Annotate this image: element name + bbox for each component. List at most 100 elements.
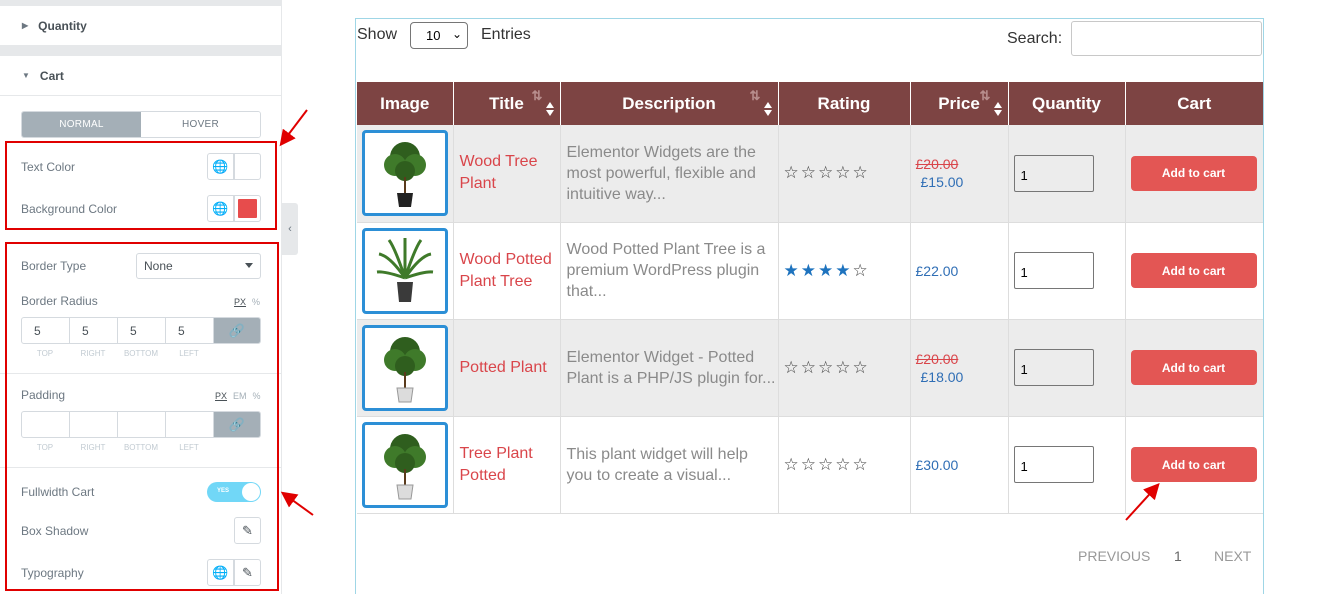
star-empty-icon: ☆ bbox=[818, 454, 834, 474]
product-title[interactable]: Wood Tree Plant bbox=[460, 153, 538, 192]
rating-cell: ☆ ☆ ☆ ☆ ☆ bbox=[778, 319, 911, 417]
image-cell bbox=[357, 125, 454, 223]
star-empty-icon: ☆ bbox=[783, 357, 799, 377]
star-empty-icon: ☆ bbox=[783, 163, 799, 183]
column-header-rating: Rating bbox=[778, 82, 911, 125]
column-header-label: Description bbox=[622, 93, 716, 113]
section-gap bbox=[0, 46, 282, 56]
old-price: £20.00 bbox=[915, 350, 959, 367]
rating-cell: ☆ ☆ ☆ ☆ ☆ bbox=[778, 416, 911, 514]
chevron-left-icon: ‹ bbox=[288, 223, 292, 235]
star-empty-icon: ☆ bbox=[818, 163, 834, 183]
quantity-cell: 1 bbox=[1008, 125, 1126, 223]
star-empty-icon: ☆ bbox=[818, 357, 834, 377]
arrow-colors bbox=[279, 109, 308, 147]
quantity-input[interactable]: 1 bbox=[1013, 349, 1094, 386]
column-header-label: Rating bbox=[817, 93, 871, 113]
price: £22.00 bbox=[915, 262, 959, 279]
column-header-description[interactable]: Description ⇅ bbox=[560, 82, 779, 125]
annotation-box-colors bbox=[5, 141, 277, 230]
star-empty-icon: ☆ bbox=[852, 454, 868, 474]
product-image[interactable] bbox=[362, 324, 448, 411]
star-filled-icon: ★ bbox=[783, 260, 799, 280]
quantity-input[interactable]: 1 bbox=[1013, 252, 1094, 289]
plant-image bbox=[384, 433, 426, 499]
entries-value: 10 bbox=[426, 28, 441, 43]
rating-cell: ★ ★ ★ ★ ☆ bbox=[778, 222, 911, 320]
column-header-price[interactable]: Price ⇅ bbox=[910, 82, 1009, 125]
product-title[interactable]: Tree Plant Potted bbox=[460, 445, 533, 484]
title-cell: Potted Plant bbox=[453, 319, 561, 417]
table-row: Potted Plant Elementor Widget - Potted Pl… bbox=[357, 319, 1263, 417]
search-input[interactable] bbox=[1071, 21, 1262, 56]
add-to-cart-button[interactable]: Add to cart bbox=[1130, 253, 1257, 288]
star-empty-icon: ☆ bbox=[783, 454, 799, 474]
annotation-box-border bbox=[5, 242, 279, 591]
entries-select[interactable]: 10 ⌄ bbox=[410, 22, 468, 49]
star-empty-icon: ☆ bbox=[800, 357, 816, 377]
caret-down-icon: ▼ bbox=[22, 71, 30, 80]
price: £18.00 bbox=[920, 368, 964, 385]
product-description: This plant widget will help you to creat… bbox=[566, 445, 748, 484]
product-title[interactable]: Potted Plant bbox=[460, 359, 547, 376]
quantity-cell: 1 bbox=[1008, 416, 1126, 514]
entries-label: Entries bbox=[481, 26, 531, 43]
star-empty-icon: ☆ bbox=[800, 454, 816, 474]
column-header-label: Title bbox=[489, 93, 524, 113]
quantity-input[interactable]: 1 bbox=[1013, 154, 1094, 192]
state-tabs: NORMAL HOVER bbox=[21, 111, 261, 138]
add-to-cart-button[interactable]: Add to cart bbox=[1130, 447, 1257, 482]
plant-image bbox=[376, 237, 434, 302]
price-cell: £20.00 £18.00 bbox=[910, 319, 1009, 417]
table-row: Tree Plant Potted This plant widget will … bbox=[357, 416, 1263, 514]
product-image[interactable] bbox=[362, 421, 448, 508]
quantity-cell: 1 bbox=[1008, 222, 1126, 320]
quantity-cell: 1 bbox=[1008, 319, 1126, 417]
pagination-next[interactable]: NEXT bbox=[1214, 548, 1251, 564]
quantity-input[interactable]: 1 bbox=[1013, 446, 1094, 483]
price: £15.00 bbox=[920, 174, 964, 191]
editor-panel: ▶ Quantity ▼ Cart NORMAL HOVER Text Colo… bbox=[0, 0, 282, 594]
arrow-fullwidth bbox=[280, 491, 314, 516]
section-quantity-label: Quantity bbox=[38, 18, 87, 33]
pagination-page[interactable]: 1 bbox=[1174, 548, 1182, 564]
description-cell: Elementor Widget - Potted Plant is a PHP… bbox=[560, 319, 779, 417]
price-cell: £22.00 bbox=[910, 222, 1009, 320]
product-title[interactable]: Wood Potted Plant Tree bbox=[460, 251, 552, 290]
section-quantity[interactable]: ▶ Quantity bbox=[0, 6, 282, 46]
add-to-cart-button[interactable]: Add to cart bbox=[1130, 350, 1257, 385]
column-header-title[interactable]: Title ⇅ bbox=[453, 82, 561, 125]
column-header-cart: Cart bbox=[1125, 82, 1263, 125]
star-empty-icon: ☆ bbox=[852, 260, 868, 280]
rating-cell: ☆ ☆ ☆ ☆ ☆ bbox=[778, 125, 911, 223]
section-cart[interactable]: ▼ Cart bbox=[0, 56, 282, 96]
tab-hover[interactable]: HOVER bbox=[141, 112, 260, 137]
product-image[interactable] bbox=[362, 227, 448, 314]
table-row: Wood Potted Plant Tree Wood Potted Plant … bbox=[357, 222, 1263, 320]
plant-image bbox=[384, 336, 426, 402]
description-cell: This plant widget will help you to creat… bbox=[560, 416, 779, 514]
table-row: Wood Tree Plant Elementor Widgets are the… bbox=[357, 125, 1263, 223]
pagination-previous[interactable]: PREVIOUS bbox=[1078, 548, 1150, 564]
tab-normal[interactable]: NORMAL bbox=[22, 112, 141, 137]
column-header-label: Price bbox=[938, 93, 980, 113]
image-cell bbox=[357, 416, 454, 514]
chevron-down-icon: ⌄ bbox=[451, 27, 462, 41]
add-to-cart-button[interactable]: Add to cart bbox=[1130, 155, 1257, 191]
product-image[interactable] bbox=[362, 130, 448, 217]
star-empty-icon: ☆ bbox=[835, 357, 851, 377]
price: £30.00 bbox=[915, 456, 959, 473]
star-filled-icon: ★ bbox=[800, 260, 816, 280]
star-empty-icon: ☆ bbox=[800, 163, 816, 183]
column-header-image: Image bbox=[357, 82, 454, 125]
section-cart-label: Cart bbox=[39, 68, 64, 83]
product-description: Wood Potted Plant Tree is a premium Word… bbox=[566, 241, 766, 300]
star-filled-icon: ★ bbox=[835, 260, 851, 280]
panel-collapse-toggle[interactable]: ‹ bbox=[282, 203, 298, 255]
star-filled-icon: ★ bbox=[818, 260, 834, 280]
image-cell bbox=[357, 222, 454, 320]
search-label: Search: bbox=[1007, 30, 1063, 47]
products-table: Image Title ⇅ Description ⇅ Rating Price… bbox=[357, 82, 1263, 514]
column-header-quantity: Quantity bbox=[1008, 82, 1126, 125]
star-empty-icon: ☆ bbox=[852, 357, 868, 377]
